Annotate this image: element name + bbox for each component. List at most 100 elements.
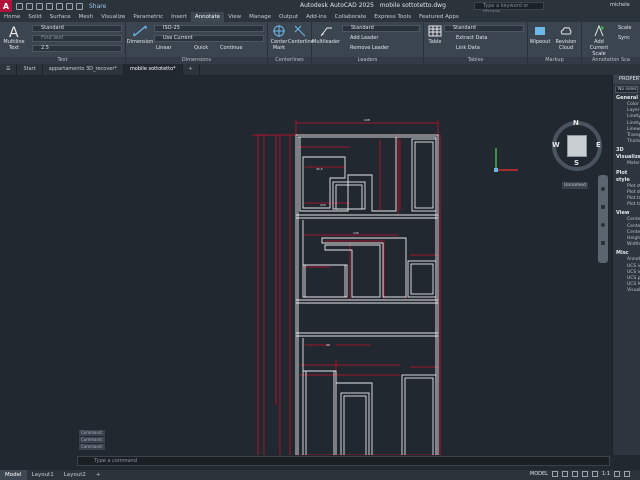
ribbon-tab-output[interactable]: Output: [275, 12, 302, 22]
zoom-icon[interactable]: [601, 223, 605, 227]
properties-row[interactable]: Width: [613, 242, 640, 248]
undo-icon[interactable]: [66, 2, 73, 10]
annotation-scale[interactable]: 1:1: [602, 471, 610, 477]
properties-row[interactable]: Plot table: [613, 202, 640, 208]
linear-button[interactable]: Linear: [156, 45, 172, 51]
ribbon-tab-manage[interactable]: Manage: [245, 12, 275, 22]
revision-cloud-button[interactable]: Revision Cloud: [552, 24, 580, 51]
drawing-canvas[interactable]: 198 45,5 220 145 40 198 N S E W Unnamed …: [0, 75, 612, 479]
snap-icon[interactable]: [561, 471, 568, 477]
continue-button[interactable]: Continue: [220, 45, 242, 51]
wipeout-icon: [535, 27, 545, 35]
steering-wheel-icon[interactable]: [601, 187, 605, 191]
navigation-bar[interactable]: [598, 175, 608, 263]
text-style-select[interactable]: Standard: [32, 25, 122, 32]
pan-icon[interactable]: [601, 205, 605, 209]
app-menu-icon[interactable]: ☰: [0, 64, 18, 75]
share-button[interactable]: Share: [89, 3, 106, 10]
open-file-icon[interactable]: [26, 2, 33, 10]
autocad-logo-icon[interactable]: A: [0, 0, 12, 12]
ribbon-tab-insert[interactable]: Insert: [167, 12, 191, 22]
text-height-select[interactable]: 2.5: [32, 45, 122, 52]
ribbon-tab-parametric[interactable]: Parametric: [129, 12, 167, 22]
dim-layer-select[interactable]: Use Current: [154, 35, 264, 42]
layout-tab-layout1[interactable]: Layout1: [27, 470, 59, 480]
wipeout-button[interactable]: Wipeout: [528, 24, 552, 45]
multileader-button[interactable]: Multileader: [312, 24, 340, 45]
properties-section-title[interactable]: Plot style: [613, 170, 640, 184]
model-space-toggle[interactable]: MODEL: [530, 471, 548, 477]
dimension-text: 198 45,5 220 145 40 198: [316, 118, 370, 471]
redo-icon[interactable]: [76, 2, 83, 10]
ribbon-tab-mesh[interactable]: Mesh: [75, 12, 97, 22]
workspace-gear-icon[interactable]: [614, 471, 620, 477]
viewcube-face-icon[interactable]: [567, 135, 587, 157]
compass-west[interactable]: W: [552, 141, 560, 149]
table-button[interactable]: Table: [424, 24, 446, 45]
multiline-text-button[interactable]: A Multiline Text: [0, 24, 28, 51]
save-icon[interactable]: [36, 2, 43, 10]
ribbon-tab-view[interactable]: View: [224, 12, 245, 22]
remove-leader-button[interactable]: Remove Leader: [350, 45, 389, 51]
viewcube[interactable]: N S E W: [552, 119, 602, 171]
user-account[interactable]: michele: [610, 2, 630, 8]
compass-east[interactable]: E: [596, 141, 601, 149]
layout-tab-model[interactable]: Model: [0, 470, 27, 480]
extract-data-button[interactable]: Extract Data: [456, 35, 487, 41]
ribbon-tab-solid[interactable]: Solid: [24, 12, 45, 22]
ribbon-tab-featured-apps[interactable]: Featured Apps: [415, 12, 463, 22]
add-current-scale-button[interactable]: Add Current Scale: [584, 24, 614, 57]
compass-north[interactable]: N: [573, 119, 579, 127]
plot-icon[interactable]: [56, 2, 63, 10]
dimension-icon: [133, 25, 147, 37]
add-leader-button[interactable]: Add Leader: [350, 35, 378, 41]
drawing-svg[interactable]: 198 45,5 220 145 40 198: [0, 75, 612, 479]
scale-list-button[interactable]: Scale: [618, 25, 631, 31]
ribbon-tab-add-ins[interactable]: Add-ins: [302, 12, 331, 22]
compass-south[interactable]: S: [574, 159, 579, 167]
file-tab[interactable]: mobile sottotetto*: [123, 64, 183, 75]
ribbon-tab-surface[interactable]: Surface: [46, 12, 75, 22]
window-title: Autodesk AutoCAD 2025 mobile sottotetto.…: [300, 2, 446, 9]
ribbon-tab-visualize[interactable]: Visualize: [97, 12, 129, 22]
properties-section-title[interactable]: General: [613, 95, 640, 102]
search-input[interactable]: Type a keyword or phrase: [474, 2, 544, 15]
tables-panel: Table Standard Extract Data Link Data Ta…: [424, 22, 528, 64]
dim-style-select[interactable]: ISO-25: [154, 25, 264, 32]
properties-row[interactable]: Visual Style: [613, 288, 640, 294]
center-mark-button[interactable]: Center Mark: [268, 24, 290, 51]
properties-section-title[interactable]: 3D Visualization: [613, 147, 640, 161]
properties-palette[interactable]: PROPERTIES No selection GeneralColorLaye…: [612, 75, 640, 455]
sync-scale-button[interactable]: Sync: [618, 35, 630, 41]
link-data-button[interactable]: Link Data: [456, 45, 480, 51]
ribbon-tab-home[interactable]: Home: [0, 12, 24, 22]
command-line-input[interactable]: Type a command: [77, 456, 610, 466]
ortho-icon[interactable]: [571, 471, 578, 477]
customization-icon[interactable]: [624, 471, 630, 477]
dimension-button[interactable]: Dimension: [126, 24, 154, 45]
table-style-select[interactable]: Standard: [444, 25, 524, 32]
wcs-menu[interactable]: Unnamed: [562, 182, 588, 189]
new-layout-icon[interactable]: +: [91, 470, 106, 480]
save-as-icon[interactable]: [46, 2, 53, 10]
new-file-icon[interactable]: [16, 2, 23, 10]
leader-style-select[interactable]: Standard: [342, 25, 420, 32]
ribbon-tab-annotate[interactable]: Annotate: [190, 12, 225, 22]
selection-dropdown[interactable]: No selection: [615, 86, 638, 93]
properties-row[interactable]: Thickness: [613, 139, 640, 145]
grid-icon[interactable]: [551, 471, 558, 477]
osnap-icon[interactable]: [591, 471, 598, 477]
file-tab[interactable]: appartamento 3D_recover*: [43, 64, 124, 75]
properties-row[interactable]: Material: [613, 161, 640, 167]
layout-tab-layout2[interactable]: Layout2: [59, 470, 91, 480]
new-tab-icon[interactable]: +: [183, 64, 200, 75]
ribbon-tab-express-tools[interactable]: Express Tools: [370, 12, 415, 22]
orbit-icon[interactable]: [601, 241, 605, 245]
polar-icon[interactable]: [581, 471, 588, 477]
quick-button[interactable]: Quick: [194, 45, 208, 51]
ribbon-tab-collaborate[interactable]: Collaborate: [331, 12, 371, 22]
find-text-input[interactable]: Find text: [32, 35, 122, 42]
file-tab[interactable]: Start: [17, 64, 43, 75]
properties-header: PROPERTIES: [613, 75, 640, 84]
centerline-button[interactable]: Centerline: [288, 24, 314, 45]
